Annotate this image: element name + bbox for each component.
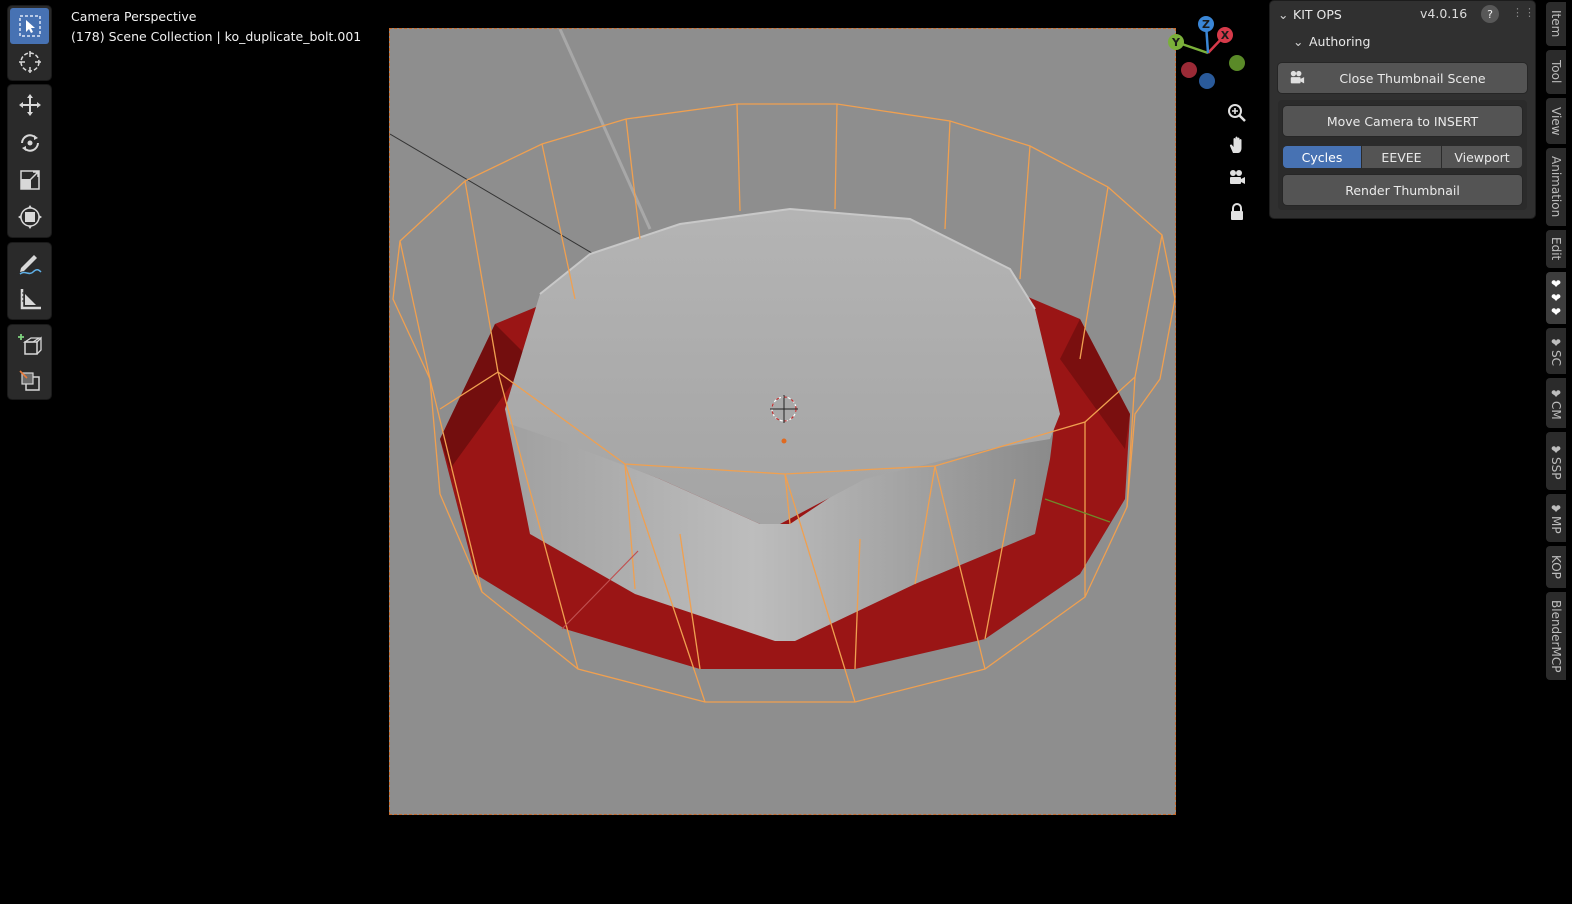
engine-eevee-option[interactable]: EEVEE [1362,146,1441,168]
close-thumbnail-label: Close Thumbnail Scene [1339,70,1486,86]
lock-camera-button[interactable] [1223,198,1251,226]
tab-kop-label: KOP [1549,555,1563,579]
camera-icon [1290,70,1305,84]
tab-tool-label: Tool [1549,60,1563,84]
frame-info: (178) Scene Collection | ko_duplicate_bo… [71,29,362,44]
scale-icon [19,170,40,190]
gizmo-neg-y-axis[interactable] [1229,55,1245,71]
kitops-panel: ⌄ KIT OPS v4.0.16 ? ⋮⋮ ⌄ Authoring Close… [1270,1,1535,218]
tab-edit-label: Edit [1549,237,1563,261]
annotate-tool[interactable] [10,245,49,281]
tab-blendermcp-label: BlenderMCP [1549,599,1563,673]
panel-version: v4.0.16 [1420,6,1468,21]
help-icon: ? [1487,7,1493,21]
toolbar-group-annotate [8,243,51,319]
cursor-tool[interactable] [10,44,49,80]
engine-viewport-label: Viewport [1454,149,1510,165]
move-tool[interactable] [10,87,49,123]
tab-edit[interactable]: Edit [1546,230,1566,268]
gizmo-neg-x-axis[interactable] [1181,62,1197,78]
camera-icon [1230,170,1245,184]
tab-mp-label: ❤MP [1549,502,1563,534]
camera-line [390,133,603,260]
render-thumbnail-label: Render Thumbnail [1345,182,1460,198]
panel-collapse-toggle[interactable]: ⌄ [1278,7,1288,22]
pan-hand-icon [1229,136,1242,153]
annotate-icon [19,255,42,275]
tab-tool[interactable]: Tool [1546,50,1566,94]
authoring-subpanel-title: Authoring [1309,34,1371,49]
gizmo-neg-z-axis[interactable] [1199,73,1215,89]
toolbar-group-add [8,325,51,399]
pan-button[interactable] [1223,131,1251,159]
tab-ssp-label: ❤SSP [1549,442,1563,480]
background-line [558,29,652,230]
gizmo-x-label: X [1221,29,1230,42]
gizmo-z-label: Z [1202,18,1210,31]
measure-tool[interactable] [10,281,49,317]
tab-mp[interactable]: ❤MP [1546,494,1566,542]
add-cube-tool[interactable] [10,327,49,363]
engine-viewport-option[interactable]: Viewport [1442,146,1522,168]
engine-cycles-option[interactable]: Cycles [1283,146,1361,168]
chevron-down-icon: ⌄ [1293,34,1304,49]
toolbar-group-transform [8,85,51,237]
zoom-button[interactable] [1223,99,1251,127]
camera-view-button[interactable] [1223,164,1251,192]
tab-sc-label: ❤SC [1549,336,1563,366]
scale-tool[interactable] [10,162,49,198]
tab-item[interactable]: Item [1546,2,1566,46]
gizmo-y-label: Y [1171,36,1181,49]
measure-icon [20,289,41,310]
select-box-icon [18,15,41,37]
move-icon [18,94,41,116]
render-thumbnail-button[interactable]: Render Thumbnail [1283,175,1522,205]
lock-icon [1231,203,1243,220]
scene-viewport [390,29,1175,703]
move-camera-label: Move Camera to INSERT [1326,113,1479,129]
tab-animation-label: Animation [1549,156,1563,218]
tab-item-label: Item [1549,10,1563,38]
tab-kop[interactable]: KOP [1546,546,1566,588]
tab-view-label: View [1549,106,1563,136]
select-box-tool[interactable] [10,8,49,44]
authoring-collapse-toggle[interactable]: ⌄ [1293,34,1303,49]
tab-cm[interactable]: ❤CM [1546,378,1566,428]
tab-hearts[interactable]: ❤❤❤ [1546,272,1566,324]
transform-tool[interactable] [10,199,49,235]
zoom-icon [1228,104,1246,122]
tab-animation[interactable]: Animation [1546,148,1566,226]
tab-view[interactable]: View [1546,98,1566,144]
engine-cycles-label: Cycles [1301,149,1343,165]
cursor-icon [18,51,41,73]
tab-cm-label: ❤CM [1549,386,1563,420]
extrude-tool[interactable] [10,363,49,399]
toolbar-group-select [8,6,51,80]
view-name: Camera Perspective [71,9,197,24]
close-thumbnail-scene-button[interactable]: Close Thumbnail Scene [1278,63,1527,93]
move-camera-button[interactable]: Move Camera to INSERT [1283,106,1522,136]
tab-sc[interactable]: ❤SC [1546,328,1566,374]
tab-blendermcp[interactable]: BlenderMCP [1546,592,1566,680]
camera-frame[interactable] [389,28,1176,815]
tab-hearts-label: ❤❤❤ [1549,277,1563,319]
navigation-gizmo[interactable]: X Y Z [1164,12,1254,94]
help-button[interactable]: ? [1481,5,1499,23]
extrude-icon [18,370,40,391]
tab-ssp[interactable]: ❤SSP [1546,432,1566,490]
drag-handle-icon[interactable]: ⋮⋮ [1512,6,1536,19]
rotate-tool[interactable] [10,125,49,161]
add-cube-icon [17,334,42,355]
rotate-icon [20,134,39,152]
panel-title: KIT OPS [1293,7,1342,22]
engine-eevee-label: EEVEE [1381,149,1422,165]
transform-icon [17,205,42,229]
chevron-down-icon: ⌄ [1278,7,1289,22]
